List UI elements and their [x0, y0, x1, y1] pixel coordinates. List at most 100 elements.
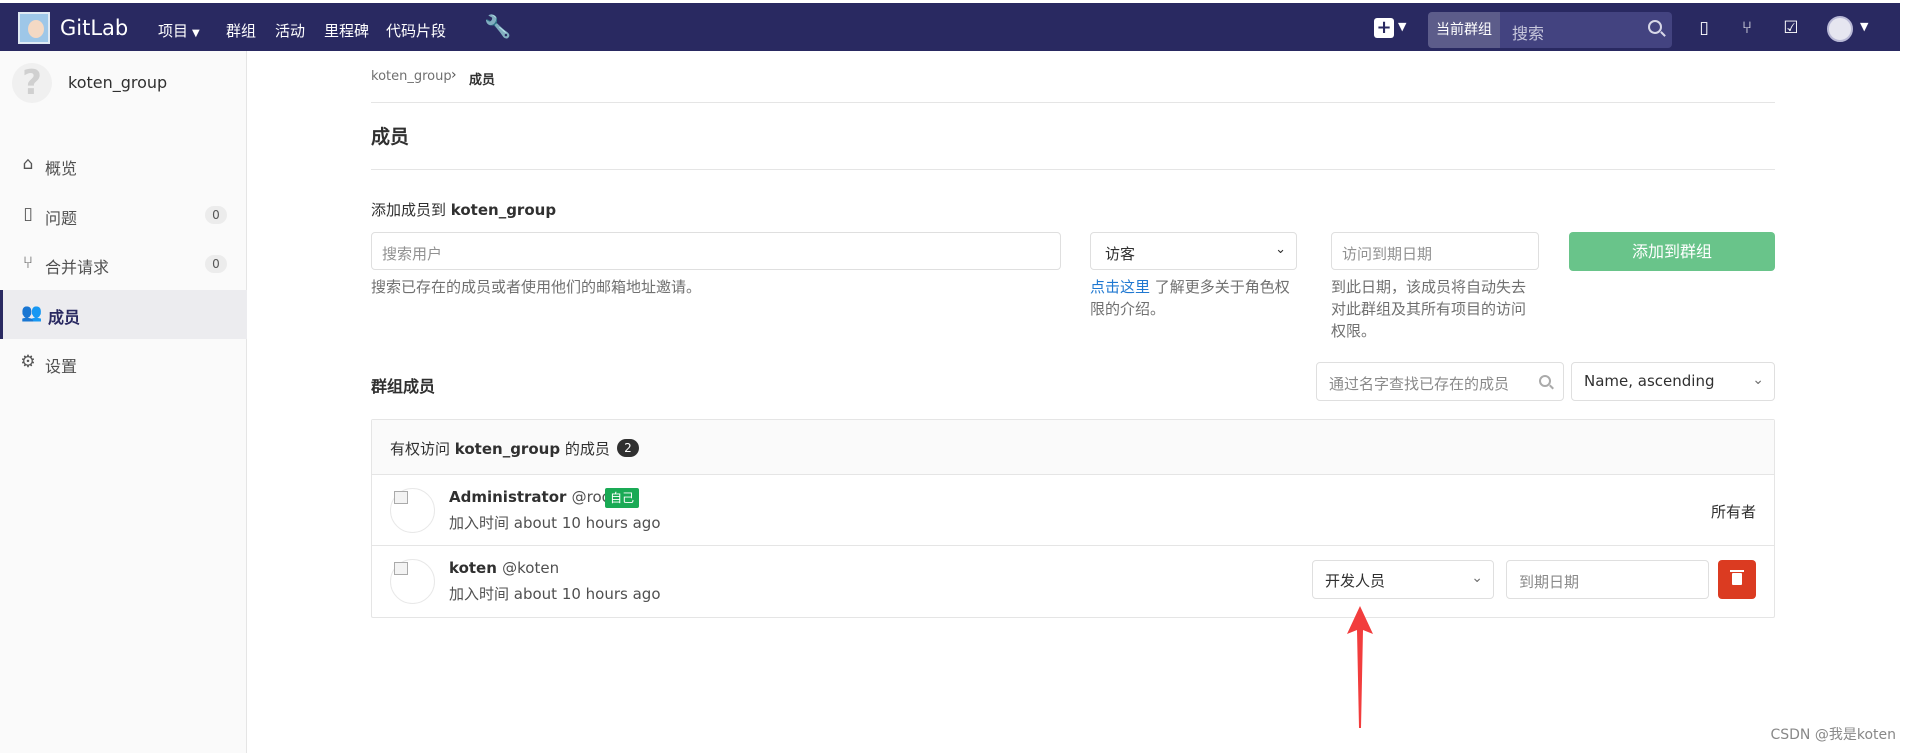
- add-member-label-group: koten_group: [450, 201, 557, 219]
- avatar: [390, 488, 435, 533]
- member-joined: 加入时间 about 10 hours ago: [449, 585, 661, 603]
- add-member-label: 添加成员到 koten_group: [371, 199, 556, 220]
- panel-title-prefix: 有权访问: [390, 440, 451, 458]
- add-to-group-button[interactable]: 添加到群组: [1569, 232, 1775, 271]
- search-placeholder: 搜索: [1512, 24, 1545, 43]
- trash-icon: [1730, 570, 1744, 585]
- nav-projects[interactable]: 项目 ▼: [158, 20, 200, 41]
- sidebar-item-settings[interactable]: ⚙ 设置: [0, 339, 247, 388]
- group-avatar[interactable]: ?: [12, 63, 52, 103]
- sidebar-item-overview[interactable]: ⌂ 概览: [0, 141, 247, 190]
- chevron-down-icon[interactable]: ▼: [1860, 20, 1868, 33]
- member-filter-input[interactable]: 通过名字查找已存在的成员: [1316, 362, 1564, 401]
- expiry-date-placeholder: 访问到期日期: [1342, 245, 1433, 263]
- nav-milestones[interactable]: 里程碑: [324, 20, 369, 41]
- issues-icon: ▯: [23, 204, 33, 224]
- todo-check-icon[interactable]: ☑: [1781, 18, 1801, 38]
- nav-groups[interactable]: 群组: [226, 20, 256, 41]
- breadcrumb-group[interactable]: koten_group: [371, 69, 452, 84]
- role-select[interactable]: 访客 ⌄: [1090, 232, 1297, 270]
- group-name[interactable]: koten_group: [68, 73, 167, 92]
- expiry-help: 到此日期，该成员将自动失去对此群组及其所有项目的访问权限。: [1331, 278, 1527, 340]
- member-count-badge: 2: [617, 439, 639, 457]
- merge-request-icon[interactable]: ⑂: [1737, 18, 1757, 38]
- member-name[interactable]: Administrator @root: [449, 488, 617, 506]
- avatar: [390, 559, 435, 604]
- group-members-title: 群组成员: [371, 377, 436, 396]
- wrench-icon[interactable]: 🔧: [484, 15, 511, 40]
- user-avatar[interactable]: [1827, 16, 1853, 42]
- sort-select[interactable]: Name, ascending ⌄: [1571, 362, 1775, 401]
- member-row: koten @koten 加入时间 about 10 hours ago 开发人…: [372, 546, 1774, 617]
- new-item-plus-icon[interactable]: +: [1374, 18, 1394, 38]
- remove-member-button[interactable]: [1718, 560, 1756, 599]
- sidebar-item-members[interactable]: 👥 成员: [0, 290, 247, 339]
- panel-title-suffix: 的成员: [564, 440, 610, 458]
- member-expiry-placeholder: 到期日期: [1519, 573, 1580, 591]
- member-role-select-value: 开发人员: [1325, 572, 1386, 590]
- sidebar-item-merge-requests[interactable]: ⑂ 合并请求 0: [0, 240, 247, 289]
- search-input[interactable]: 搜索: [1500, 12, 1672, 48]
- role-help-link[interactable]: 点击这里: [1090, 278, 1150, 296]
- breadcrumb-current: 成员: [469, 73, 496, 88]
- member-filter-placeholder: 通过名字查找已存在的成员: [1329, 375, 1510, 393]
- user-search-placeholder: 搜索用户: [382, 245, 443, 263]
- issues-icon[interactable]: ▯: [1694, 18, 1714, 38]
- merge-request-icon: ⑂: [22, 253, 34, 273]
- chevron-down-icon: ⌄: [1275, 242, 1286, 257]
- role-help: 点击这里 了解更多关于角色权限的介绍。: [1090, 276, 1297, 320]
- gear-icon: ⚙: [20, 352, 36, 372]
- brand-name[interactable]: GitLab: [60, 16, 128, 40]
- page-title: 成员: [371, 126, 410, 148]
- members-panel-header: 有权访问 koten_group 的成员 2: [372, 420, 1774, 475]
- issues-count-badge: 0: [205, 206, 227, 224]
- sort-select-value: Name, ascending: [1584, 372, 1715, 390]
- role-select-value: 访客: [1105, 245, 1136, 263]
- member-joined: 加入时间 about 10 hours ago: [449, 514, 661, 532]
- member-display-name: Administrator: [449, 488, 567, 506]
- sidebar-item-label: 概览: [45, 159, 78, 178]
- top-navbar: GitLab 项目 ▼ 群组 活动 里程碑 代码片段 🔧 + ▼ 当前群组 搜索 …: [0, 3, 1900, 51]
- nav-projects-label: 项目: [158, 22, 189, 40]
- self-badge: 自己: [605, 488, 640, 508]
- nav-activity[interactable]: 活动: [275, 20, 305, 41]
- gitlab-logo[interactable]: [18, 12, 50, 44]
- chevron-down-icon: ⌄: [1471, 570, 1483, 586]
- member-row: Administrator @root 自己 加入时间 about 10 hou…: [372, 475, 1774, 546]
- sidebar: ? koten_group ⌂ 概览 ▯ 问题 0 ⑂ 合并请求 0 👥 成员 …: [0, 51, 247, 753]
- expiry-date-input[interactable]: 访问到期日期: [1331, 232, 1539, 270]
- chevron-down-icon: ▼: [192, 28, 200, 39]
- search-icon: [1539, 375, 1551, 387]
- search-icon: [1648, 20, 1662, 34]
- users-icon: 👥: [21, 303, 43, 323]
- user-search-input[interactable]: 搜索用户: [371, 232, 1061, 270]
- divider: [371, 102, 1775, 103]
- sidebar-item-label: 设置: [45, 357, 78, 376]
- members-panel-title: 有权访问 koten_group 的成员: [390, 438, 610, 459]
- chevron-down-icon[interactable]: ▼: [1398, 20, 1406, 33]
- member-name[interactable]: koten @koten: [449, 559, 559, 577]
- sidebar-item-label: 合并请求: [45, 258, 110, 277]
- divider: [371, 169, 1775, 170]
- merge-requests-count-badge: 0: [205, 255, 227, 273]
- member-expiry-input[interactable]: 到期日期: [1506, 560, 1709, 599]
- chevron-right-icon: ›: [451, 67, 457, 83]
- search-scope-badge[interactable]: 当前群组: [1428, 12, 1500, 48]
- logo-avatar-icon: [28, 20, 44, 38]
- csdn-watermark: CSDN @我是koten: [1770, 727, 1896, 743]
- add-member-label-prefix: 添加成员到: [371, 201, 447, 219]
- member-display-name: koten: [449, 559, 497, 577]
- right-margin: [1900, 0, 1910, 753]
- sidebar-item-label: 问题: [45, 209, 78, 228]
- chevron-down-icon: ⌄: [1752, 372, 1764, 388]
- home-icon: ⌂: [22, 154, 34, 174]
- nav-snippets[interactable]: 代码片段: [386, 20, 446, 41]
- sidebar-item-label: 成员: [48, 308, 81, 327]
- member-username: @koten: [502, 559, 560, 577]
- sidebar-item-issues[interactable]: ▯ 问题 0: [0, 191, 247, 240]
- panel-title-group: koten_group: [454, 440, 561, 458]
- user-search-help: 搜索已存在的成员或者使用他们的邮箱地址邀请。: [371, 278, 702, 296]
- annotation-arrow: [1347, 606, 1373, 728]
- member-role-select[interactable]: 开发人员 ⌄: [1312, 560, 1494, 599]
- main-content: koten_group › 成员 成员 添加成员到 koten_group 搜索…: [247, 51, 1900, 753]
